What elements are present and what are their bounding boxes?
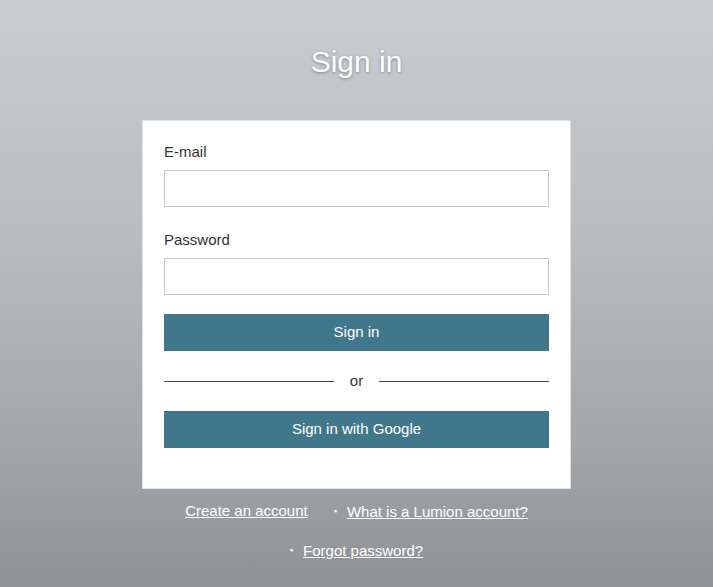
bullet-icon: ▪ — [290, 545, 293, 555]
sign-in-card: E-mail Password Sign in or Sign in with Goog… — [142, 120, 571, 489]
footer-link-item: Create an account — [185, 500, 308, 523]
field-input[interactable] — [164, 170, 549, 207]
divider-text: or — [350, 370, 363, 393]
sign-in-button[interactable]: Sign in — [164, 314, 549, 351]
footer-link[interactable]: What is a Lumion account? — [347, 503, 528, 520]
footer-link[interactable]: Forgot password? — [303, 542, 423, 559]
field-label: Password — [164, 231, 549, 249]
form-field: Password — [164, 231, 549, 295]
background-photo: Sign in E-mail Password Sign in or Sign in wi… — [0, 0, 713, 587]
footer-links: Create an account ▪ What is a Lumion accou… — [142, 500, 571, 562]
bullet-icon: ▪ — [334, 506, 337, 516]
google-sign-in-button[interactable]: Sign in with Google — [164, 411, 549, 448]
divider-line — [379, 381, 549, 382]
footer-link-item: ▪ What is a Lumion account? — [334, 500, 528, 523]
field-label: E-mail — [164, 143, 549, 161]
field-input[interactable] — [164, 258, 549, 295]
form-field: E-mail — [164, 143, 549, 207]
page-title: Sign in — [311, 44, 403, 80]
footer-link[interactable]: Create an account — [185, 502, 308, 519]
footer-link-item: ▪ Forgot password? — [290, 539, 423, 562]
divider: or — [164, 370, 549, 393]
divider-line — [164, 381, 334, 382]
